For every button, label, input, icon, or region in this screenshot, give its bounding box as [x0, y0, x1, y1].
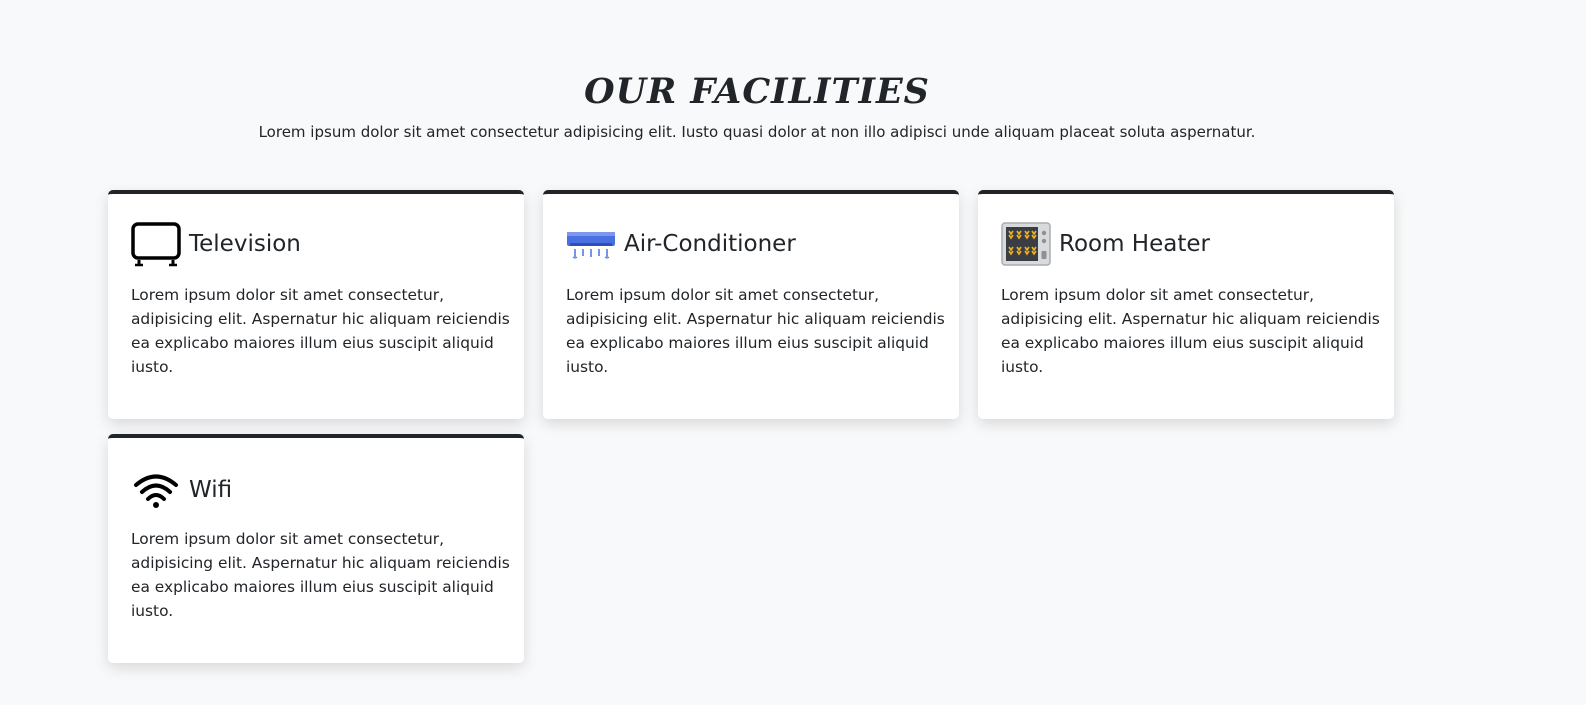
facility-name: Air-Conditioner: [624, 231, 796, 257]
facility-description: Lorem ipsum dolor sit amet consectetur, …: [131, 530, 510, 620]
facility-description: Lorem ipsum dolor sit amet consectetur, …: [566, 286, 945, 376]
section-title: OUR FACILITIES: [584, 71, 930, 112]
facility-card-television: Television Lorem ipsum dolor sit amet co…: [108, 190, 524, 419]
facility-card-header: Television: [131, 220, 301, 268]
facility-card-header: Air-Conditioner: [566, 220, 796, 268]
facility-card-wifi: Wifi Lorem ipsum dolor sit amet consecte…: [108, 434, 524, 663]
facility-name: Television: [189, 231, 301, 257]
air-conditioner-icon: [566, 221, 616, 267]
facilities-section: OUR FACILITIES Lorem ipsum dolor sit ame…: [0, 0, 1586, 705]
facility-name: Wifi: [189, 477, 233, 503]
room-heater-icon: [1001, 221, 1051, 267]
facility-name: Room Heater: [1059, 231, 1210, 257]
television-icon: [131, 221, 181, 267]
facility-card-air-conditioner: Air-Conditioner Lorem ipsum dolor sit am…: [543, 190, 959, 419]
facility-card-room-heater: Room Heater Lorem ipsum dolor sit amet c…: [978, 190, 1394, 419]
facility-description: Lorem ipsum dolor sit amet consectetur, …: [1001, 286, 1380, 376]
facility-card-header: Wifi: [131, 466, 232, 514]
facility-description: Lorem ipsum dolor sit amet consectetur, …: [131, 286, 510, 376]
section-subtitle: Lorem ipsum dolor sit amet consectetur a…: [258, 123, 1256, 141]
wifi-icon: [131, 467, 181, 513]
facility-card-header: Room Heater: [1001, 220, 1210, 268]
